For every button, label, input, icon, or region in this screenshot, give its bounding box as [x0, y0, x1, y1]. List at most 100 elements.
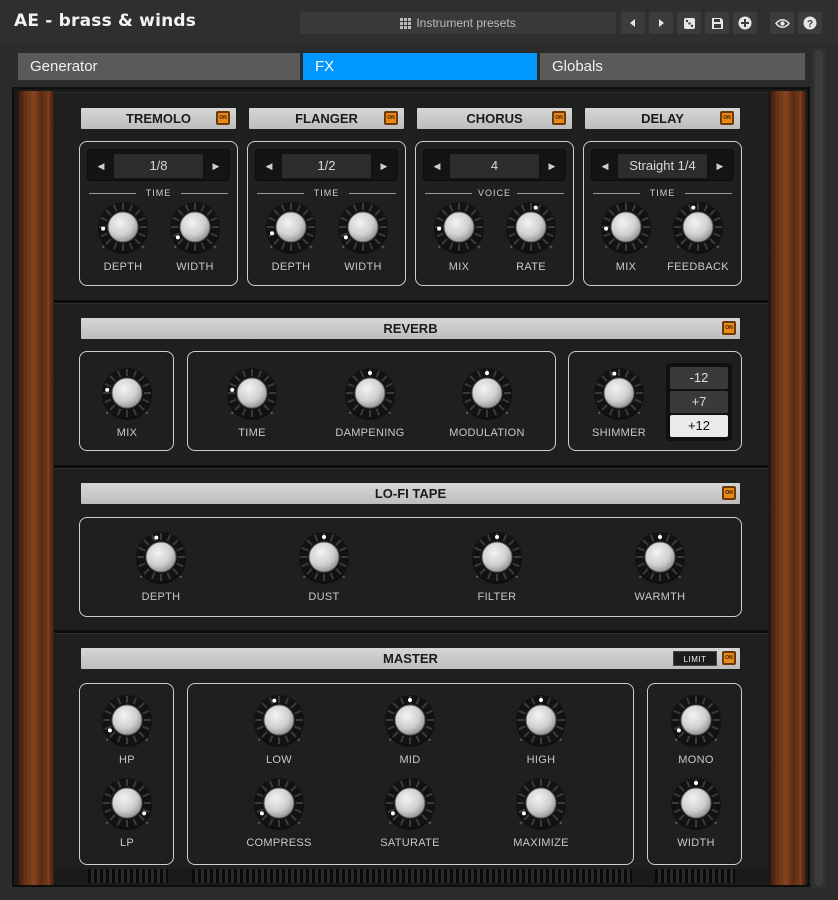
knob-graphic [594, 368, 644, 420]
master-on-button[interactable]: ON [722, 651, 736, 665]
vent-grille [88, 869, 168, 883]
knob-compress-22[interactable] [247, 771, 311, 835]
knob-mix-8[interactable] [95, 361, 159, 425]
plus-circle-icon [738, 16, 752, 30]
delay-selector-value[interactable]: Straight 1/4 [618, 154, 707, 178]
flanger-value-selector: ◀ 1/2 ▶ [255, 149, 398, 181]
knob-graphic [254, 695, 304, 747]
knob-graphic [102, 368, 152, 420]
knob-graphic [462, 368, 512, 420]
knob-label: WIDTH [677, 837, 715, 849]
vent-grille [192, 869, 632, 883]
chorus-selector-value[interactable]: 4 [450, 154, 539, 178]
knob-filter-15[interactable] [465, 525, 529, 589]
knob-label: LOW [266, 754, 292, 766]
knob-feedback-7[interactable] [666, 195, 730, 259]
caret-right-icon[interactable]: ▶ [206, 156, 226, 176]
limit-button[interactable]: LIMIT [673, 651, 717, 666]
knob-saturate-23[interactable] [378, 771, 442, 835]
knob-label: HP [119, 754, 135, 766]
master-title: MASTER [383, 651, 438, 666]
reverb-on-button[interactable]: ON [722, 321, 736, 335]
scrollbar[interactable] [812, 48, 826, 888]
preset-browser[interactable]: Instrument presets [300, 12, 616, 34]
caret-right-icon [659, 19, 664, 27]
tab-globals[interactable]: Globals [540, 53, 805, 80]
app-title: AE - brass & winds [14, 11, 197, 31]
knob-mono-25[interactable] [664, 688, 728, 752]
caret-left-icon[interactable]: ◀ [91, 156, 111, 176]
save-button[interactable] [705, 12, 729, 34]
knob-graphic [338, 202, 388, 254]
shimmer-option-plus12[interactable]: +12 [670, 415, 728, 437]
knob-graphic [472, 532, 522, 584]
grid-icon [400, 17, 412, 29]
caret-left-icon[interactable]: ◀ [595, 156, 615, 176]
shimmer-option-plus7[interactable]: +7 [670, 391, 728, 413]
knob-mix-6[interactable] [594, 195, 658, 259]
knob-depth-0[interactable] [91, 195, 155, 259]
reverb-header: REVERB [81, 318, 740, 339]
caret-left-icon[interactable]: ◀ [427, 156, 447, 176]
knob-graphic [385, 695, 435, 747]
knob-maximize-24[interactable] [509, 771, 573, 835]
view-button[interactable] [770, 12, 794, 34]
scrollbar-thumb[interactable] [815, 50, 823, 886]
knob-low-19[interactable] [247, 688, 311, 752]
knob-label: RATE [516, 261, 546, 273]
knob-dust-14[interactable] [292, 525, 356, 589]
flanger-title: FLANGER [295, 111, 358, 126]
previous-preset-button[interactable] [621, 12, 645, 34]
knob-lp-18[interactable] [95, 771, 159, 835]
knob-rate-5[interactable] [499, 195, 563, 259]
shimmer-option-minus12[interactable]: -12 [670, 367, 728, 389]
caret-right-icon[interactable]: ▶ [710, 156, 730, 176]
add-button[interactable] [733, 12, 757, 34]
vent-grille [655, 869, 735, 883]
knob-warmth-16[interactable] [628, 525, 692, 589]
knob-graphic [673, 202, 723, 254]
randomize-button[interactable] [677, 12, 701, 34]
tab-generator[interactable]: Generator [18, 53, 300, 80]
knob-modulation-11[interactable] [455, 361, 519, 425]
next-preset-button[interactable] [649, 12, 673, 34]
lofi-on-button[interactable]: ON [722, 486, 736, 500]
knob-width-3[interactable] [331, 195, 395, 259]
knob-label: WIDTH [176, 261, 214, 273]
knob-graphic [671, 695, 721, 747]
caret-right-icon[interactable]: ▶ [374, 156, 394, 176]
knob-high-21[interactable] [509, 688, 573, 752]
delay-on-button[interactable]: ON [720, 111, 734, 125]
knob-hp-17[interactable] [95, 688, 159, 752]
knob-label: WARMTH [634, 591, 686, 603]
knob-label: MID [399, 754, 421, 766]
knob-label: DAMPENING [335, 427, 405, 439]
knob-graphic [102, 695, 152, 747]
chorus-on-button[interactable]: ON [552, 111, 566, 125]
knob-graphic [434, 202, 484, 254]
tremolo-on-button[interactable]: ON [216, 111, 230, 125]
knob-depth-13[interactable] [129, 525, 193, 589]
knob-mix-4[interactable] [427, 195, 491, 259]
knob-graphic [266, 202, 316, 254]
knob-depth-2[interactable] [259, 195, 323, 259]
knob-time-9[interactable] [220, 361, 284, 425]
knob-label: SATURATE [380, 837, 440, 849]
knob-graphic [385, 778, 435, 830]
delay-title: DELAY [641, 111, 684, 126]
flanger-on-button[interactable]: ON [384, 111, 398, 125]
knob-shimmer-12[interactable] [587, 361, 651, 425]
knob-width-26[interactable] [664, 771, 728, 835]
dice-icon [683, 17, 695, 29]
flanger-selector-value[interactable]: 1/2 [282, 154, 371, 178]
help-button[interactable]: ? [798, 12, 822, 34]
knob-width-1[interactable] [163, 195, 227, 259]
tremolo-selector-value[interactable]: 1/8 [114, 154, 203, 178]
knob-graphic [98, 202, 148, 254]
caret-right-icon[interactable]: ▶ [542, 156, 562, 176]
knob-dampening-10[interactable] [338, 361, 402, 425]
knob-graphic [601, 202, 651, 254]
tab-fx[interactable]: FX [303, 53, 537, 80]
knob-mid-20[interactable] [378, 688, 442, 752]
caret-left-icon[interactable]: ◀ [259, 156, 279, 176]
